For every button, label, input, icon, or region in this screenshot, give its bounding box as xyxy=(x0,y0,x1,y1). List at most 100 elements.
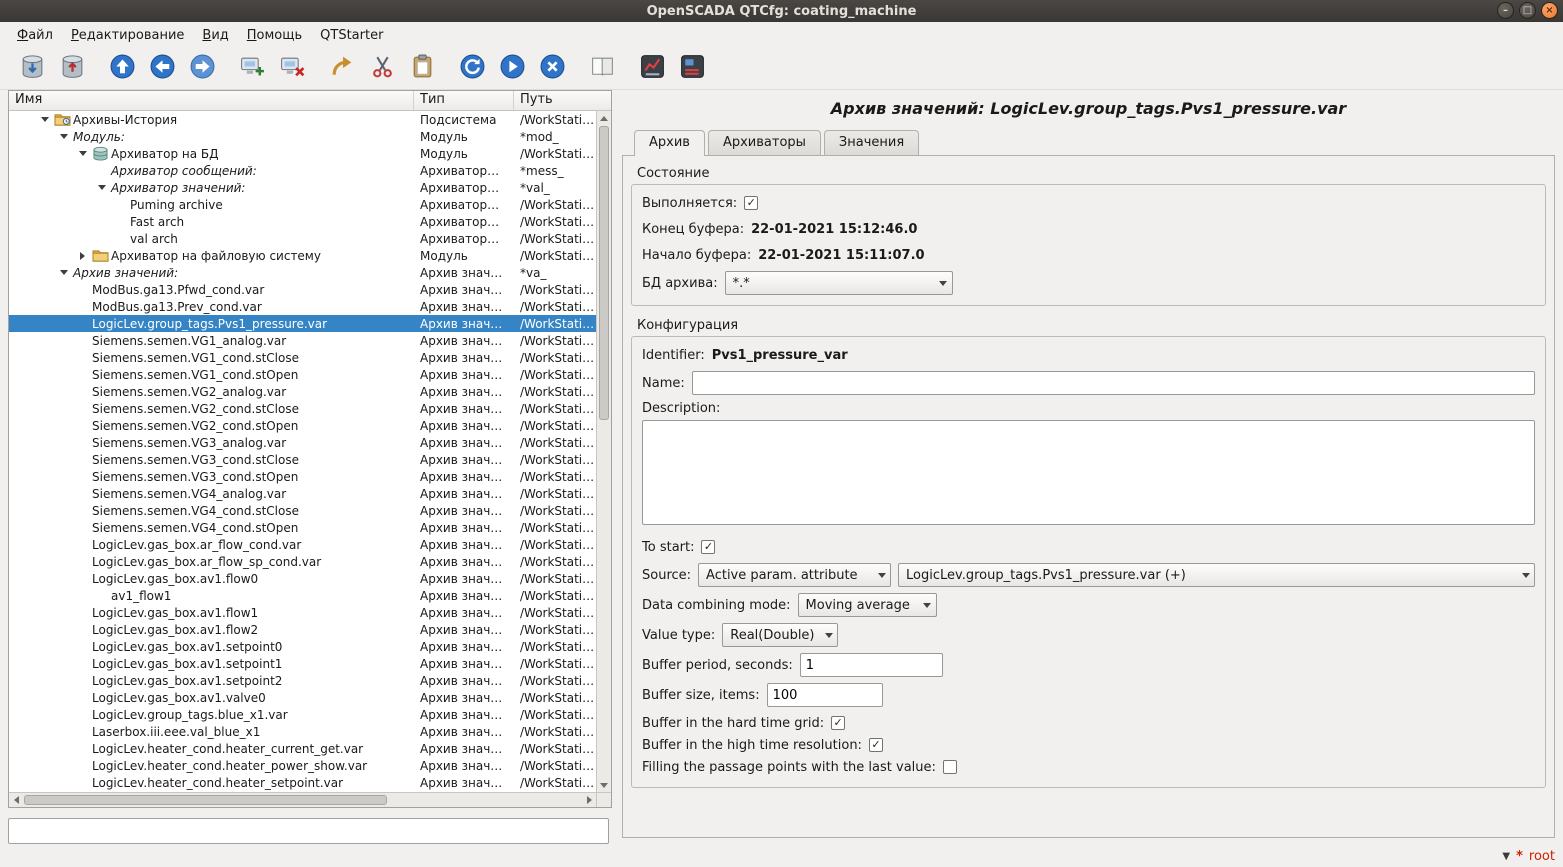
tree-row[interactable]: Архиватор значений:Архиватор…*val_ xyxy=(9,179,596,196)
copy-item-button[interactable] xyxy=(324,51,361,87)
to-start-checkbox[interactable] xyxy=(701,540,715,554)
expander-expanded-icon[interactable] xyxy=(73,145,92,162)
expander-collapsed-icon[interactable] xyxy=(73,247,92,264)
tree-row[interactable]: Siemens.semen.VG2_cond.stCloseАрхив знач… xyxy=(9,400,596,417)
tree-row[interactable]: Архиватор на БДМодуль/WorkStati… xyxy=(9,145,596,162)
save-to-db-button[interactable] xyxy=(54,51,91,87)
horizontal-scrollbar-thumb[interactable] xyxy=(24,795,387,805)
tree-row[interactable]: val archАрхиватор…/WorkStati… xyxy=(9,230,596,247)
tree-row[interactable]: LogicLev.gas_box.ar_flow_sp_cond.varАрхи… xyxy=(9,553,596,570)
tree-row[interactable]: LogicLev.gas_box.av1.flow1Архив знач…/Wo… xyxy=(9,604,596,621)
buffer-size-input[interactable] xyxy=(767,683,883,707)
scroll-right-button[interactable] xyxy=(582,793,596,807)
expander-expanded-icon[interactable] xyxy=(35,111,54,128)
tab-archive[interactable]: Архив xyxy=(634,130,705,156)
running-checkbox[interactable] xyxy=(744,196,758,210)
tree-row[interactable]: Siemens.semen.VG1_cond.stOpenАрхив знач…… xyxy=(9,366,596,383)
tree-row[interactable]: LogicLev.heater_cond.heater_power_show.v… xyxy=(9,757,596,774)
add-item-button[interactable] xyxy=(234,51,271,87)
tree-row[interactable]: Siemens.semen.VG1_analog.varАрхив знач…/… xyxy=(9,332,596,349)
current-user[interactable]: root xyxy=(1529,849,1555,864)
tree-row[interactable]: Siemens.semen.VG3_analog.varАрхив знач…/… xyxy=(9,434,596,451)
load-from-db-button[interactable] xyxy=(14,51,51,87)
vision-module-button[interactable] xyxy=(674,51,711,87)
tree-row[interactable]: LogicLev.gas_box.av1.flow2Архив знач…/Wo… xyxy=(9,621,596,638)
tree-column-name[interactable]: Имя xyxy=(9,91,414,110)
close-button[interactable]: × xyxy=(1541,2,1558,19)
tree-row[interactable]: ModBus.ga13.Pfwd_cond.varАрхив знач…/Wor… xyxy=(9,281,596,298)
menu-view[interactable]: Вид xyxy=(193,24,237,47)
menu-edit[interactable]: Редактирование xyxy=(62,24,193,47)
tree-row[interactable]: Архиватор на файловую системуМодуль/Work… xyxy=(9,247,596,264)
up-button[interactable] xyxy=(104,51,141,87)
vertical-scrollbar-track[interactable] xyxy=(597,125,611,778)
source-mode-combobox[interactable]: Active param. attribute xyxy=(698,563,891,587)
expander-expanded-icon[interactable] xyxy=(54,128,73,145)
expander-expanded-icon[interactable] xyxy=(92,179,111,196)
tree-row[interactable]: Siemens.semen.VG2_analog.varАрхив знач…/… xyxy=(9,383,596,400)
menu-file[interactable]: Файл xyxy=(8,24,62,47)
maximize-button[interactable]: □ xyxy=(1519,2,1536,19)
qtcfg-module-button[interactable] xyxy=(634,51,671,87)
tree-row[interactable]: LogicLev.heater_cond.heater_setpoint.var… xyxy=(9,774,596,791)
tree-row[interactable]: LogicLev.group_tags.blue_x1.varАрхив зна… xyxy=(9,706,596,723)
tree-row[interactable]: Puming archiveАрхиватор…/WorkStati… xyxy=(9,196,596,213)
manual-button[interactable] xyxy=(584,51,621,87)
menu-help[interactable]: Помощь xyxy=(238,24,311,47)
user-menu-caret-icon[interactable]: ▼ xyxy=(1502,851,1510,862)
previous-button[interactable] xyxy=(144,51,181,87)
tree-row[interactable]: Siemens.semen.VG2_cond.stOpenАрхив знач…… xyxy=(9,417,596,434)
fill-last-value-checkbox[interactable] xyxy=(943,760,957,774)
tree-row[interactable]: LogicLev.gas_box.av1.valve0Архив знач…/W… xyxy=(9,689,596,706)
tree-row[interactable]: LogicLev.gas_box.av1.flow0Архив знач…/Wo… xyxy=(9,570,596,587)
tree-row[interactable]: LogicLev.gas_box.ar_flow_cond.varАрхив з… xyxy=(9,536,596,553)
value-type-combobox[interactable]: Real(Double) xyxy=(722,623,838,647)
minimize-button[interactable]: – xyxy=(1497,2,1514,19)
tree-row[interactable]: ModBus.ga13.Prev_cond.varАрхив знач…/Wor… xyxy=(9,298,596,315)
tree-row[interactable]: Архивы-ИсторияПодсистема/WorkStati… xyxy=(9,111,596,128)
tree-row[interactable]: Siemens.semen.VG4_cond.stOpenАрхив знач…… xyxy=(9,519,596,536)
next-button[interactable] xyxy=(184,51,221,87)
expander-expanded-icon[interactable] xyxy=(54,264,73,281)
tree-row[interactable]: Fast archАрхиватор…/WorkStati… xyxy=(9,213,596,230)
name-input[interactable] xyxy=(692,371,1535,395)
description-textarea[interactable] xyxy=(642,420,1535,525)
scroll-up-button[interactable] xyxy=(597,111,611,125)
start-update-button[interactable] xyxy=(494,51,531,87)
archive-db-combobox[interactable]: *.* xyxy=(725,271,953,295)
tree-column-path[interactable]: Путь xyxy=(514,91,611,110)
stop-update-button[interactable] xyxy=(534,51,571,87)
tree-row[interactable]: LogicLev.gas_box.av1.setpoint0Архив знач… xyxy=(9,638,596,655)
tree-column-type[interactable]: Тип xyxy=(414,91,514,110)
vertical-scrollbar-thumb[interactable] xyxy=(599,126,609,420)
source-combobox[interactable]: LogicLev.group_tags.Pvs1_pressure.var (+… xyxy=(898,563,1535,587)
tree-row[interactable]: av1_flow1Архив знач…/WorkStati… xyxy=(9,587,596,604)
hard-grid-checkbox[interactable] xyxy=(831,716,845,730)
tree-row[interactable]: LogicLev.heater_cond.heater_current_get.… xyxy=(9,740,596,757)
menu-qtstarter[interactable]: QTStarter xyxy=(311,24,392,47)
horizontal-scrollbar-track[interactable] xyxy=(23,793,582,807)
buffer-period-input[interactable] xyxy=(800,653,943,677)
tree-status-input[interactable] xyxy=(8,818,609,844)
scroll-left-button[interactable] xyxy=(9,793,23,807)
tree-row[interactable]: Siemens.semen.VG4_cond.stCloseАрхив знач… xyxy=(9,502,596,519)
paste-item-button[interactable] xyxy=(404,51,441,87)
tree-row[interactable]: Архив значений:Архив знач…*va_ xyxy=(9,264,596,281)
tree-row[interactable]: Laserbox.iii.eee.val_blue_x1Архив знач…/… xyxy=(9,723,596,740)
tree-row[interactable]: Siemens.semen.VG4_analog.varАрхив знач…/… xyxy=(9,485,596,502)
tree-row[interactable]: LogicLev.group_tags.Pvs1_pressure.varАрх… xyxy=(9,315,596,332)
tree-horizontal-scrollbar[interactable] xyxy=(9,792,611,807)
tree-row[interactable]: LogicLev.gas_box.av1.setpoint2Архив знач… xyxy=(9,672,596,689)
tree-row[interactable]: Модуль:Модуль*mod_ xyxy=(9,128,596,145)
tree-vertical-scrollbar[interactable] xyxy=(596,111,611,792)
delete-item-button[interactable] xyxy=(274,51,311,87)
tree-row[interactable]: LogicLev.gas_box.av1.setpoint1Архив знач… xyxy=(9,655,596,672)
tree-row[interactable]: Архиватор сообщений:Архиватор…*mess_ xyxy=(9,162,596,179)
scroll-down-button[interactable] xyxy=(597,778,611,792)
cut-item-button[interactable] xyxy=(364,51,401,87)
tree-row[interactable]: Siemens.semen.VG3_cond.stCloseАрхив знач… xyxy=(9,451,596,468)
tree-row[interactable]: Siemens.semen.VG3_cond.stOpenАрхив знач…… xyxy=(9,468,596,485)
refresh-button[interactable] xyxy=(454,51,491,87)
tree-row[interactable]: Siemens.semen.VG1_cond.stCloseАрхив знач… xyxy=(9,349,596,366)
tab-values[interactable]: Значения xyxy=(824,130,919,155)
